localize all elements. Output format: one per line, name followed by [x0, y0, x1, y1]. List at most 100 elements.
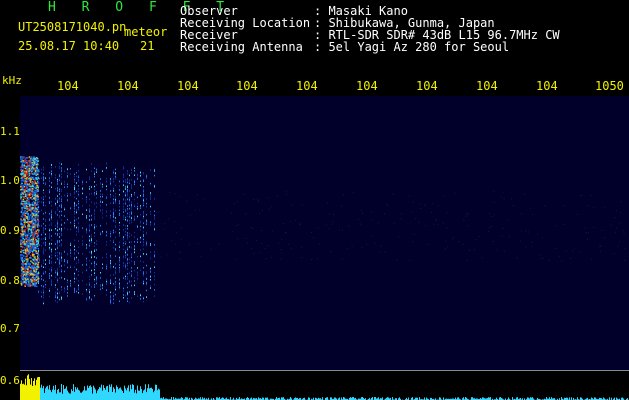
noise-mark: [27, 278, 29, 281]
noise-mark: [34, 282, 36, 284]
noise-mark: [91, 256, 92, 259]
noise-mark: [137, 178, 138, 180]
noise-mark: [94, 224, 95, 227]
noise-mark: [125, 201, 126, 204]
noise-mark: [178, 252, 180, 254]
noise-mark: [93, 385, 94, 400]
noise-mark: [26, 268, 29, 271]
noise-mark: [25, 240, 28, 243]
noise-mark: [20, 188, 23, 191]
noise-mark: [30, 238, 33, 241]
noise-mark: [140, 175, 141, 177]
noise-mark: [35, 198, 37, 201]
noise-mark: [113, 170, 114, 172]
noise-mark: [43, 286, 44, 289]
noise-mark: [20, 217, 22, 220]
noise-mark: [134, 245, 135, 247]
noise-mark: [578, 251, 580, 253]
noise-mark: [45, 249, 46, 252]
noise-mark: [25, 171, 28, 173]
noise-mark: [100, 209, 101, 211]
noise-mark: [32, 234, 34, 237]
noise-mark: [102, 232, 103, 234]
noise-mark: [154, 254, 155, 256]
noise-mark: [28, 274, 30, 276]
noise-mark: [21, 261, 24, 263]
noise-mark: [48, 389, 49, 400]
noise-mark: [67, 195, 68, 197]
noise-mark: [346, 248, 348, 250]
noise-mark: [143, 267, 144, 269]
noise-mark: [89, 193, 90, 196]
noise-mark: [86, 263, 87, 266]
noise-mark: [119, 234, 120, 237]
noise-mark: [113, 241, 114, 244]
noise-mark: [67, 199, 68, 201]
noise-mark: [41, 245, 42, 247]
noise-mark: [49, 196, 50, 199]
noise-mark: [49, 201, 50, 203]
noise-mark: [100, 196, 101, 198]
noise-mark: [74, 184, 75, 187]
noise-mark: [89, 281, 90, 284]
noise-mark: [43, 200, 44, 203]
noise-mark: [76, 204, 77, 207]
noise-mark: [49, 236, 50, 238]
noise-mark: [29, 245, 31, 247]
noise-mark: [424, 204, 426, 206]
noise-mark: [154, 228, 155, 231]
noise-mark: [61, 239, 62, 241]
noise-mark: [31, 261, 33, 264]
noise-mark: [24, 210, 27, 212]
noise-mark: [78, 190, 79, 193]
noise-mark: [61, 205, 62, 208]
noise-mark: [127, 300, 128, 302]
noise-mark: [91, 224, 92, 226]
noise-mark: [96, 249, 97, 251]
noise-mark: [115, 285, 116, 288]
noise-mark: [31, 198, 33, 201]
noise-mark: [143, 222, 144, 224]
noise-mark: [137, 274, 138, 276]
noise-mark: [27, 214, 30, 217]
noise-mark: [21, 246, 24, 249]
noise-mark: [31, 168, 33, 170]
noise-mark: [35, 189, 38, 192]
noise-mark: [26, 247, 28, 249]
noise-mark: [29, 181, 32, 183]
noise-mark: [38, 271, 39, 274]
noise-mark: [26, 193, 28, 195]
noise-mark: [78, 217, 79, 219]
noise-mark: [43, 196, 44, 199]
noise-mark: [259, 252, 261, 254]
noise-mark: [82, 192, 83, 195]
noise-mark: [61, 227, 62, 230]
noise-mark: [143, 188, 144, 191]
noise-mark: [100, 193, 101, 196]
noise-mark: [33, 267, 36, 270]
noise-mark: [30, 268, 32, 270]
noise-mark: [30, 156, 33, 159]
noise-mark: [45, 388, 46, 400]
noise-mark: [86, 196, 87, 199]
noise-mark: [82, 227, 83, 229]
noise-mark: [24, 203, 26, 206]
noise-mark: [74, 196, 75, 199]
noise-mark: [106, 215, 107, 217]
noise-mark: [38, 210, 39, 213]
noise-mark: [55, 291, 56, 294]
noise-mark: [41, 172, 42, 174]
noise-mark: [28, 156, 31, 158]
noise-mark: [100, 190, 101, 192]
noise-mark: [43, 168, 44, 171]
noise-mark: [125, 199, 126, 201]
noise-mark: [32, 282, 34, 284]
noise-mark: [24, 284, 26, 287]
noise-mark: [38, 198, 39, 200]
noise-mark: [123, 180, 124, 182]
noise-mark: [280, 252, 282, 254]
noise-mark: [82, 271, 83, 274]
noise-mark: [131, 193, 132, 196]
noise-mark: [96, 282, 97, 285]
noise-mark: [43, 291, 44, 294]
